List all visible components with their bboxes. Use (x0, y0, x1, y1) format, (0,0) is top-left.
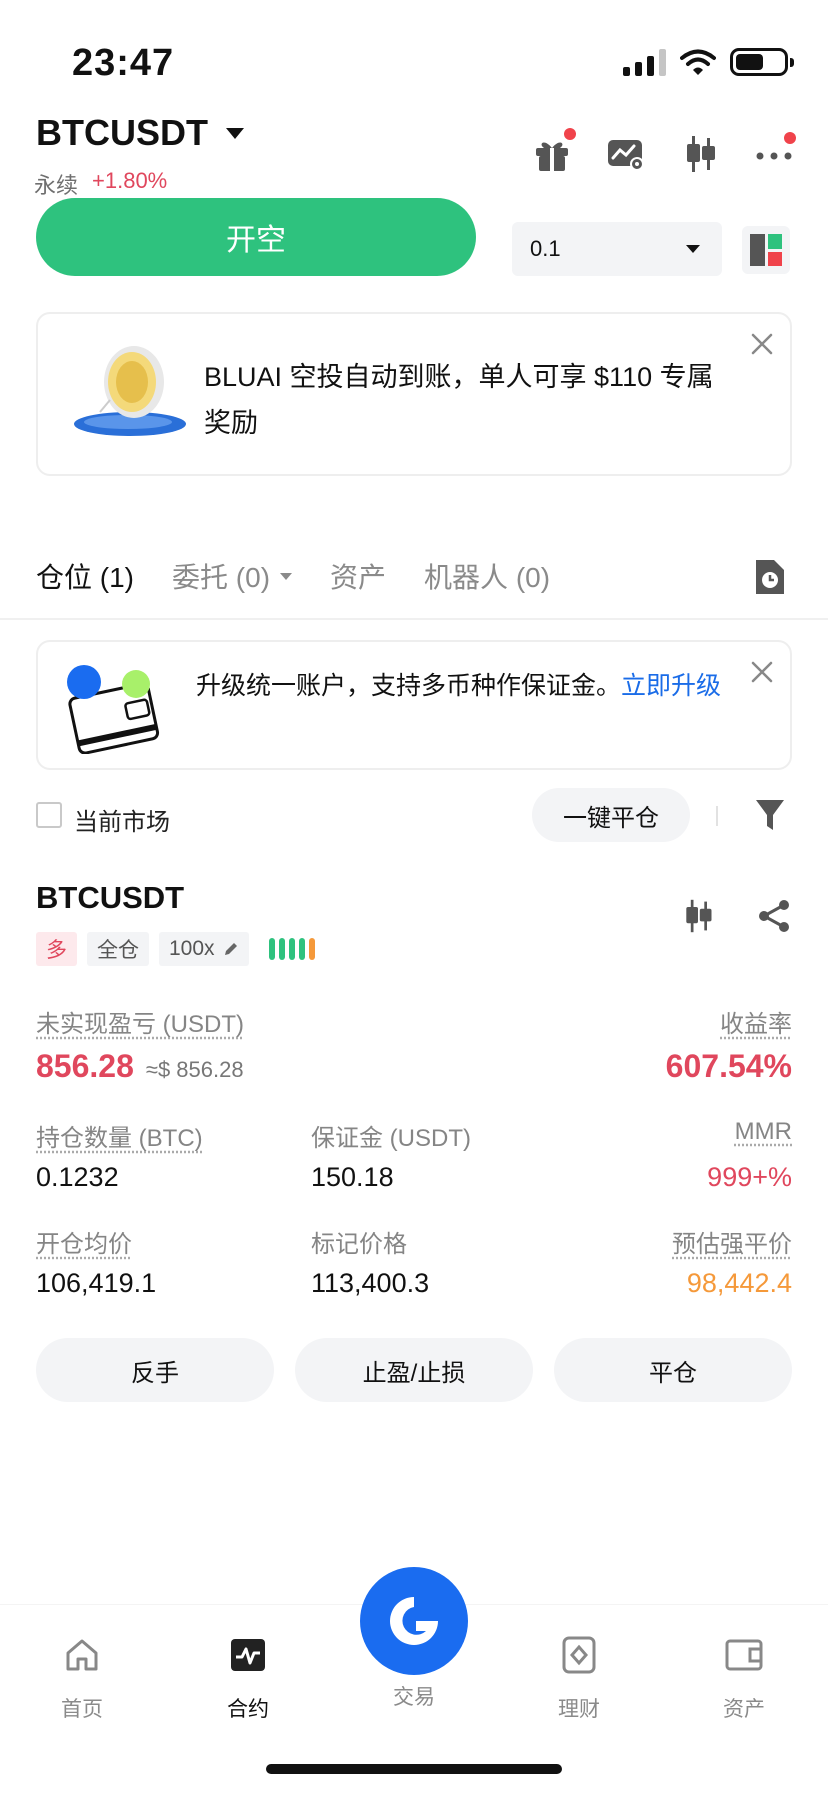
unrealized-pnl-usd: ≈$ 856.28 (145, 1057, 244, 1082)
status-time: 23:47 (72, 42, 175, 84)
battery-icon (730, 48, 794, 76)
position-tabs: 仓位 (1) 委托 (0) 资产 机器人 (0) (36, 556, 550, 596)
roi-value: 607.54% (665, 1048, 792, 1084)
history-icon[interactable] (752, 558, 786, 596)
signal-icon (623, 48, 666, 76)
chevron-down-icon (686, 245, 700, 253)
edit-icon (224, 943, 237, 955)
trade-logo-icon (390, 1597, 438, 1645)
airdrop-coin-illustration (74, 346, 186, 436)
roi-label[interactable]: 收益率 (720, 1004, 792, 1039)
leverage-value: 100x (169, 937, 215, 960)
candlestick-icon[interactable] (680, 134, 720, 174)
promo-banner[interactable]: BLUAI 空投自动到账，单人可享 $110 专属奖励 (36, 312, 792, 476)
gift-icon[interactable] (532, 128, 576, 174)
quantity-select[interactable]: 0.1 (512, 222, 722, 276)
trade-fab-button[interactable] (360, 1567, 468, 1675)
margin-mode-badge: 全仓 (87, 932, 149, 966)
home-indicator (266, 1764, 562, 1774)
futures-icon (231, 1639, 265, 1671)
upgrade-now-link[interactable]: 立即升级 (621, 672, 721, 700)
wallet-illustration (67, 665, 160, 754)
nav-trade[interactable]: 交易 (359, 1681, 469, 1711)
tab-assets[interactable]: 资产 (330, 556, 386, 596)
nav-futures[interactable]: 合约 (193, 1635, 303, 1723)
nav-assets-label: 资产 (723, 1698, 765, 1721)
wifi-icon (680, 49, 716, 75)
tab-positions[interactable]: 仓位 (1) (36, 556, 134, 596)
margin-label: 保证金 (USDT) (311, 1125, 471, 1152)
upgrade-text: 升级统一账户，支持多币种作保证金。立即升级 (196, 666, 736, 706)
side-badge: 多 (36, 932, 77, 966)
mmr-label[interactable]: MMR (735, 1118, 792, 1146)
risk-level-indicator (268, 938, 315, 960)
close-position-button[interactable]: 平仓 (554, 1338, 792, 1402)
chevron-down-icon (225, 127, 244, 139)
layout-toggle-icon[interactable] (742, 226, 790, 274)
upgrade-message: 升级统一账户，支持多币种作保证金。 (196, 672, 622, 700)
unrealized-pnl: 856.28 ≈$ 856.28 (36, 1048, 244, 1085)
position-tags: 多 全仓 100x (36, 932, 315, 966)
tab-orders[interactable]: 委托 (0) (172, 556, 293, 596)
wallet-icon (725, 1639, 763, 1671)
close-icon[interactable] (750, 660, 774, 684)
liq-price-label[interactable]: 预估强平价 (672, 1224, 792, 1259)
nav-home-label: 首页 (61, 1698, 103, 1721)
leverage-badge[interactable]: 100x (159, 932, 249, 966)
entry-price-label[interactable]: 开仓均价 (36, 1224, 132, 1259)
symbol-selector[interactable]: BTCUSDT (36, 112, 244, 154)
nav-earn-label: 理财 (558, 1698, 600, 1721)
position-icons (680, 898, 792, 934)
nav-trade-label: 交易 (393, 1686, 435, 1709)
unrealized-pnl-label[interactable]: 未实现盈亏 (USDT) (36, 1004, 244, 1039)
price-change: +1.80% (92, 168, 168, 193)
home-icon (66, 1639, 98, 1671)
quantity-value: 0.1 (530, 236, 561, 261)
open-short-button[interactable]: 开空 (36, 198, 476, 276)
contract-type: 永续 (34, 173, 79, 198)
symbol-name: BTCUSDT (36, 112, 208, 153)
nav-assets[interactable]: 资产 (689, 1635, 799, 1723)
size-value: 0.1232 (36, 1162, 119, 1192)
earn-icon (562, 1636, 596, 1674)
mmr-value: 999+% (707, 1162, 792, 1192)
mark-price-label: 标记价格 (311, 1231, 407, 1258)
unrealized-pnl-value: 856.28 (36, 1048, 134, 1084)
nav-home[interactable]: 首页 (27, 1635, 137, 1723)
size-label[interactable]: 持仓数量 (BTC) (36, 1118, 203, 1153)
symbol-subinfo: 永续 +1.80% (34, 168, 167, 200)
liq-price-value: 98,442.4 (686, 1268, 792, 1298)
nav-earn[interactable]: 理财 (524, 1635, 634, 1723)
filter-icon[interactable] (754, 796, 786, 834)
share-icon[interactable] (756, 898, 792, 934)
candlestick-icon[interactable] (680, 898, 716, 934)
current-market-checkbox[interactable] (36, 802, 62, 828)
more-icon[interactable] (754, 132, 796, 174)
position-symbol[interactable]: BTCUSDT (36, 880, 184, 916)
entry-price-value: 106,419.1 (36, 1268, 157, 1298)
upgrade-banner[interactable]: 升级统一账户，支持多币种作保证金。立即升级 (36, 640, 792, 770)
nav-futures-label: 合约 (227, 1698, 269, 1721)
reverse-button[interactable]: 反手 (36, 1338, 274, 1402)
mark-price-value: 113,400.3 (311, 1268, 430, 1298)
promo-text: BLUAI 空投自动到账，单人可享 $110 专属奖励 (204, 362, 714, 438)
divider (716, 806, 718, 826)
status-icons (623, 48, 794, 76)
current-market-label: 当前市场 (74, 809, 170, 836)
close-icon[interactable] (750, 332, 774, 356)
chart-settings-icon[interactable] (606, 134, 646, 174)
divider (0, 618, 828, 620)
header-icons (532, 128, 796, 174)
tab-bots[interactable]: 机器人 (0) (424, 556, 550, 596)
tp-sl-button[interactable]: 止盈/止损 (295, 1338, 533, 1402)
filter-row: 当前市场 一键平仓 (36, 788, 796, 842)
margin-value: 150.18 (311, 1162, 394, 1192)
chevron-down-icon (280, 572, 293, 580)
close-all-button[interactable]: 一键平仓 (532, 788, 690, 842)
